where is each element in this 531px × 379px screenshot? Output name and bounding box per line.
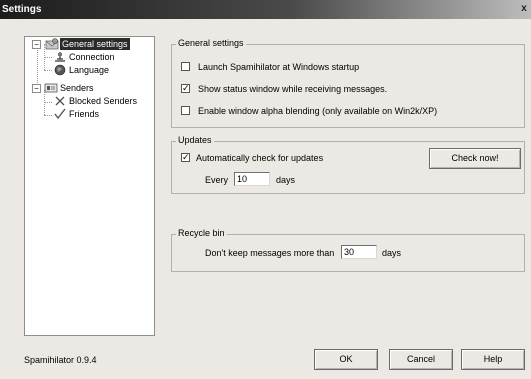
- updates-title: Updates: [176, 135, 214, 145]
- title-bar: Settings x: [0, 0, 531, 19]
- window-title: Settings: [2, 4, 42, 15]
- tree-item-connection[interactable]: Connection: [67, 51, 117, 63]
- auto-update-checkbox[interactable]: ✓: [181, 153, 190, 162]
- senders-icon: [44, 82, 58, 94]
- launch-at-startup-checkbox[interactable]: [181, 62, 190, 71]
- tree-item-blocked-senders[interactable]: Blocked Senders: [67, 95, 139, 107]
- tree-item-label: Blocked Senders: [69, 96, 138, 106]
- connection-icon: [53, 51, 67, 63]
- tree-item-label: Senders: [60, 83, 94, 93]
- language-globe-icon: [53, 64, 67, 76]
- tree-item-label: Friends: [69, 109, 100, 119]
- settings-window: Settings x − General settings Connection: [0, 0, 531, 379]
- tree-connector: [44, 115, 52, 116]
- tree-item-senders[interactable]: Senders: [58, 82, 96, 94]
- update-interval-input[interactable]: 10: [234, 172, 270, 186]
- show-status-window-checkbox[interactable]: ✓: [181, 84, 190, 93]
- alpha-blending-checkbox[interactable]: [181, 106, 190, 115]
- general-settings-icon: [45, 38, 59, 50]
- launch-at-startup-label: Launch Spamihilator at Windows startup: [198, 62, 360, 72]
- tree-item-label: Language: [69, 65, 110, 75]
- recycle-bin-title: Recycle bin: [176, 228, 227, 238]
- update-days-label: days: [276, 175, 296, 185]
- tree-connector: [44, 102, 52, 103]
- blocked-x-icon: [53, 95, 67, 107]
- ok-button[interactable]: OK: [314, 349, 378, 370]
- collapse-general-icon[interactable]: −: [32, 40, 41, 49]
- settings-tree[interactable]: − General settings Connection Language −…: [24, 36, 155, 336]
- keep-days-label: days: [382, 248, 402, 258]
- tree-connector: [44, 70, 52, 71]
- tree-item-general-settings[interactable]: General settings: [60, 38, 130, 50]
- tree-item-language[interactable]: Language: [67, 64, 111, 76]
- alpha-blending-label: Enable window alpha blending (only avail…: [198, 106, 438, 116]
- tree-connector: [37, 47, 38, 87]
- keep-days-input[interactable]: 30: [341, 245, 377, 259]
- friends-check-icon: [53, 108, 67, 120]
- every-label: Every: [205, 175, 229, 185]
- tree-item-label: General settings: [60, 38, 130, 50]
- cancel-button[interactable]: Cancel: [389, 349, 453, 370]
- collapse-senders-icon[interactable]: −: [32, 84, 41, 93]
- show-status-window-label: Show status window while receiving messa…: [198, 84, 388, 94]
- keep-messages-label: Don't keep messages more than: [205, 248, 335, 258]
- auto-update-label: Automatically check for updates: [196, 153, 324, 163]
- tree-item-friends[interactable]: Friends: [67, 108, 101, 120]
- version-label: Spamihilator 0.9.4: [24, 355, 97, 365]
- help-button[interactable]: Help: [461, 349, 525, 370]
- close-icon[interactable]: x: [519, 3, 529, 15]
- check-now-button[interactable]: Check now!: [429, 148, 521, 169]
- tree-connector: [44, 57, 52, 58]
- general-settings-title: General settings: [176, 38, 246, 48]
- tree-item-label: Connection: [69, 52, 115, 62]
